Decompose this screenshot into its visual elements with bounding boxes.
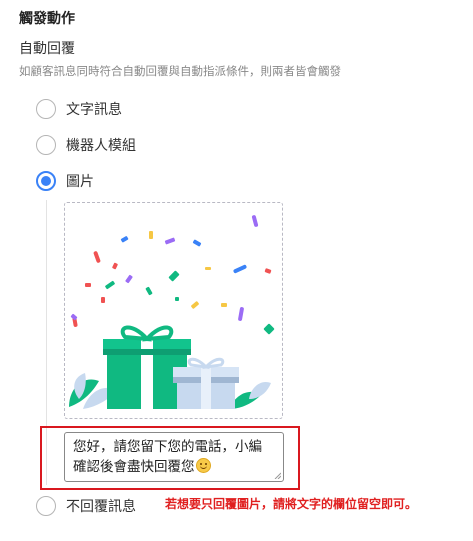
message-textarea[interactable]: 您好，請您留下您的電話，小編 確認後會盡快回覆您	[64, 432, 284, 482]
option-image[interactable]: 圖片	[36, 171, 94, 191]
radio-button[interactable]	[36, 99, 56, 119]
image-upload-preview[interactable]	[64, 202, 283, 419]
section-title: 觸發動作	[19, 11, 75, 27]
annotation-note: 若想要只回覆圖片，請將文字的欄位留空即可。	[165, 497, 418, 511]
auto-reply-hint: 如顧客訊息同時符合自動回覆與自動指派條件，則兩者皆會觸發	[19, 64, 341, 78]
message-line: 您好，請您留下您的電話，小編	[73, 439, 262, 455]
option-label: 機器人模組	[66, 138, 136, 154]
message-text: 確認後會盡快回覆您	[73, 459, 195, 475]
radio-button[interactable]	[36, 496, 56, 516]
smiling-face-icon	[195, 458, 211, 473]
gift-confetti-illustration	[69, 215, 275, 409]
option-text-message[interactable]: 文字訊息	[36, 99, 122, 119]
option-bot-module[interactable]: 機器人模組	[36, 135, 136, 155]
auto-reply-title: 自動回覆	[19, 41, 75, 57]
radio-button[interactable]	[36, 135, 56, 155]
message-line-2: 確認後會盡快回覆您	[73, 457, 275, 477]
option-label: 不回覆訊息	[66, 499, 136, 515]
option-no-reply[interactable]: 不回覆訊息	[36, 496, 136, 516]
option-label: 文字訊息	[66, 102, 122, 118]
radio-button-selected[interactable]	[36, 171, 56, 191]
resize-grip-icon[interactable]	[274, 472, 281, 479]
option-label: 圖片	[66, 174, 94, 190]
